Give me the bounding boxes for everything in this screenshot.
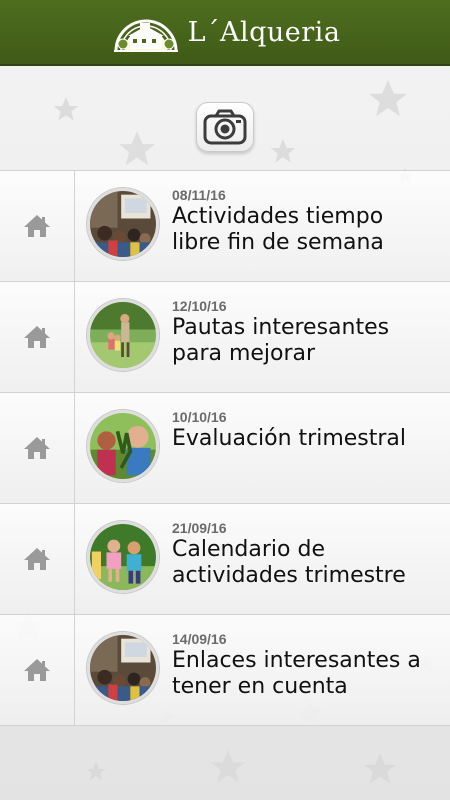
farmhouse-logo-icon (113, 19, 178, 52)
kids-outdoor-photo (90, 524, 156, 590)
home-button[interactable] (0, 282, 75, 392)
home-icon (24, 548, 50, 570)
post-date: 12/10/16 (172, 298, 227, 314)
list-item[interactable]: 10/10/16 Evaluación trimestral (0, 393, 450, 504)
post-thumbnail (87, 188, 159, 260)
logo[interactable]: L´Alqueria (112, 11, 341, 53)
classroom-photo (90, 635, 156, 701)
list-item[interactable]: 12/10/16 Pautas interesantes para mejora… (0, 282, 450, 393)
post-title[interactable]: Evaluación trimestral (172, 426, 437, 452)
post-title[interactable]: Pautas interesantes para mejorar (172, 315, 437, 367)
home-icon (24, 326, 50, 348)
home-button[interactable] (0, 615, 75, 725)
post-date: 08/11/16 (172, 187, 226, 203)
home-button[interactable] (0, 504, 75, 614)
list-item[interactable]: 14/09/16 Enlaces interesantes a tener en… (0, 615, 450, 726)
post-list: 08/11/16 Actividades tiempo libre fin de… (0, 170, 450, 726)
post-title[interactable]: Calendario de actividades trimestre (172, 537, 437, 589)
park-walk-photo (90, 302, 156, 368)
post-thumbnail (87, 632, 159, 704)
children-plant-photo (90, 413, 156, 479)
home-icon (24, 215, 50, 237)
post-date: 10/10/16 (172, 409, 227, 425)
post-thumbnail (87, 521, 159, 593)
home-icon (24, 659, 50, 681)
post-thumbnail (87, 299, 159, 371)
home-button[interactable] (0, 171, 75, 281)
post-date: 14/09/16 (172, 631, 227, 647)
list-item[interactable]: 08/11/16 Actividades tiempo libre fin de… (0, 171, 450, 282)
app-header: L´Alqueria (0, 0, 450, 66)
post-title[interactable]: Enlaces interesantes a tener en cuenta (172, 648, 437, 700)
home-button[interactable] (0, 393, 75, 503)
camera-icon (203, 109, 247, 145)
home-icon (24, 437, 50, 459)
camera-button[interactable] (196, 102, 254, 152)
list-item[interactable]: 21/09/16 Calendario de actividades trime… (0, 504, 450, 615)
post-date: 21/09/16 (172, 520, 227, 536)
classroom-photo (90, 191, 156, 257)
app-title: L´Alqueria (187, 16, 341, 48)
post-title[interactable]: Actividades tiempo libre fin de semana (172, 204, 437, 256)
post-thumbnail (87, 410, 159, 482)
